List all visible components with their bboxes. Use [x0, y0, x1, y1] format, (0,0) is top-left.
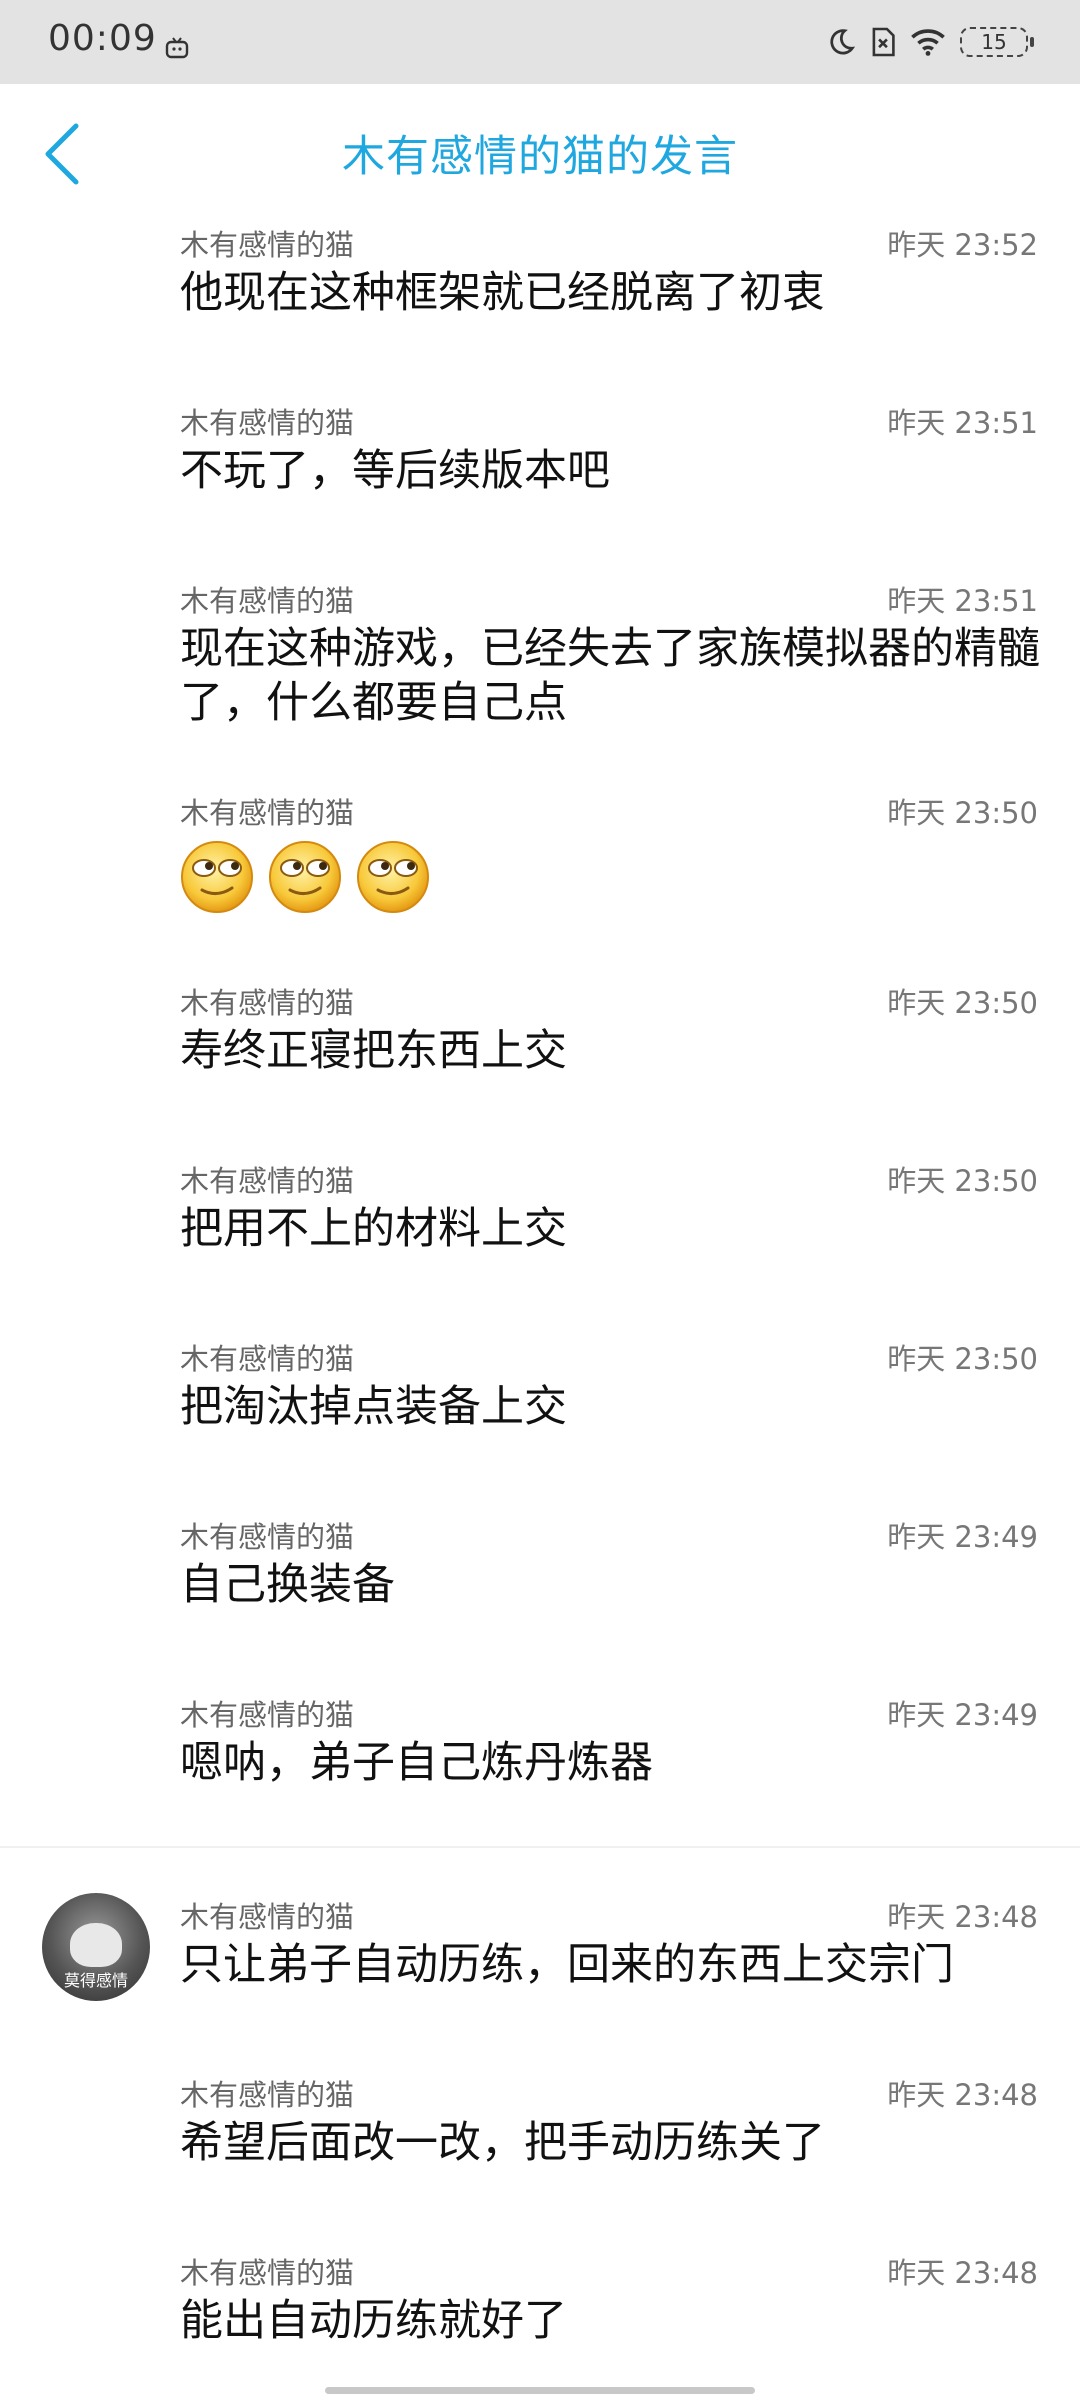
- battery-level: 15: [981, 30, 1007, 54]
- status-time: 00:09: [48, 18, 157, 59]
- moon-icon: [830, 29, 856, 55]
- message-author: 木有感情的猫: [180, 584, 355, 618]
- avatar[interactable]: 莫得感情: [42, 1893, 150, 2001]
- cat-figure: [70, 1923, 122, 1967]
- status-bar: 00:09 15: [0, 0, 1080, 84]
- message-time: 昨天 23:50: [887, 986, 1038, 1020]
- smirk-emoji-icon: [269, 841, 341, 913]
- page-title: 木有感情的猫的发言: [342, 132, 738, 182]
- message-author: 木有感情的猫: [180, 1900, 355, 1934]
- group-divider: [0, 1846, 1080, 1848]
- message-time: 昨天 23:48: [887, 2256, 1038, 2290]
- message-author: 木有感情的猫: [180, 1520, 355, 1554]
- message-author: 木有感情的猫: [180, 986, 355, 1020]
- message-time: 昨天 23:51: [887, 584, 1038, 618]
- tv-notification-icon: [165, 37, 189, 59]
- message-text: 嗯呐，弟子自己炼丹炼器: [180, 1738, 653, 1788]
- message-time: 昨天 23:50: [887, 1164, 1038, 1198]
- message-author: 木有感情的猫: [180, 228, 355, 262]
- status-icons: 15: [826, 22, 1034, 62]
- message-author: 木有感情的猫: [180, 2256, 355, 2290]
- message-time: 昨天 23:49: [887, 1520, 1038, 1554]
- message-text: 只让弟子自动历练，回来的东西上交宗门: [180, 1940, 954, 1990]
- smirk-emoji-icon: [181, 841, 253, 913]
- message-text: 寿终正寝把东西上交: [180, 1026, 567, 1076]
- message-author: 木有感情的猫: [180, 406, 355, 440]
- message-text: 能出自动历练就好了: [180, 2296, 567, 2346]
- message-time: 昨天 23:49: [887, 1698, 1038, 1732]
- message-time: 昨天 23:50: [887, 796, 1038, 830]
- message-time: 昨天 23:50: [887, 1342, 1038, 1376]
- message-text: 希望后面改一改，把手动历练关了: [180, 2118, 825, 2168]
- message-text: 把用不上的材料上交: [180, 1204, 567, 1254]
- message-author: 木有感情的猫: [180, 796, 355, 830]
- message-text: 不玩了，等后续版本吧: [180, 446, 610, 496]
- sim-off-icon: [872, 27, 895, 57]
- home-indicator[interactable]: [325, 2387, 755, 2394]
- message-time: 昨天 23:48: [887, 2078, 1038, 2112]
- message-author: 木有感情的猫: [180, 1342, 355, 1376]
- message-text: 把淘汰掉点装备上交: [180, 1382, 567, 1432]
- smirk-emoji-icon: [357, 841, 429, 913]
- message-time: 昨天 23:51: [887, 406, 1038, 440]
- message-text: 他现在这种框架就已经脱离了初衷: [180, 268, 825, 318]
- page-header: 木有感情的猫的发言: [0, 84, 1080, 216]
- message-text: 现在这种游戏，已经失去了家族模拟器的精髓了，什么都要自己点: [180, 624, 1040, 728]
- wifi-icon: [911, 29, 945, 56]
- message-text: 自己换装备: [180, 1560, 395, 1610]
- battery-icon: 15: [960, 27, 1034, 57]
- emoji-row: [180, 840, 430, 914]
- message-time: 昨天 23:48: [887, 1900, 1038, 1934]
- message-time: 昨天 23:52: [887, 228, 1038, 262]
- avatar-caption: 莫得感情: [63, 1971, 128, 1990]
- message-author: 木有感情的猫: [180, 2078, 355, 2112]
- message-author: 木有感情的猫: [180, 1698, 355, 1732]
- message-author: 木有感情的猫: [180, 1164, 355, 1198]
